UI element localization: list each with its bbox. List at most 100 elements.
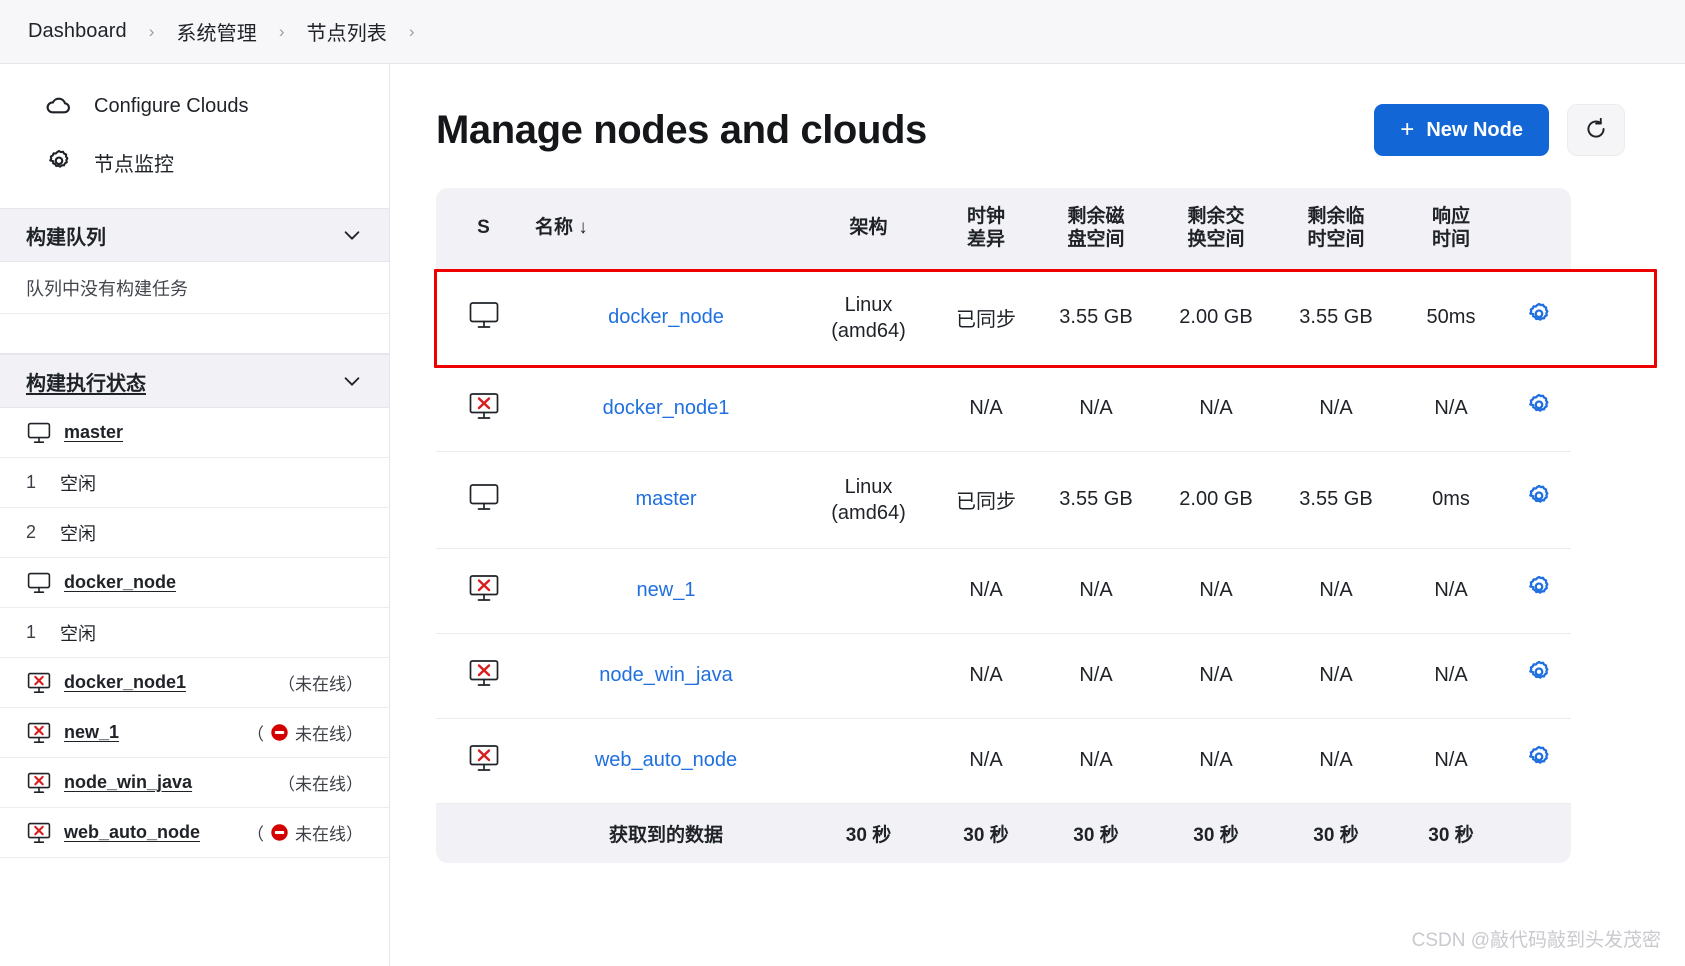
executor-node-row[interactable]: docker_node1 （未在线） (0, 658, 389, 708)
column-header-clock-difference[interactable]: 时钟 差异 (936, 188, 1036, 270)
column-header-name[interactable]: 名称 ↓ (531, 188, 801, 270)
chevron-right-icon: › (148, 22, 155, 41)
sidebar-section-build-queue[interactable]: 构建队列 (0, 208, 389, 262)
executor-node-row[interactable]: new_1 （ 未在线） (0, 708, 389, 758)
sidebar-item-label: Configure Clouds (94, 94, 249, 117)
column-header-architecture[interactable]: 架构 (801, 188, 936, 270)
column-header-free-temp-space[interactable]: 剩余临 时空间 (1276, 188, 1396, 270)
node-settings-button[interactable] (1524, 391, 1554, 421)
cell-response-time: N/A (1396, 718, 1506, 804)
cell-response-time: 50ms (1396, 269, 1506, 367)
header-actions: + New Node (1374, 104, 1625, 156)
executor-status-list: master 1 空闲 2 空闲 docker_node 1 空闲 docker_node1 （未… (0, 408, 389, 858)
sidebar-item-configure-clouds[interactable]: Configure Clouds (0, 78, 389, 134)
executor-node-name[interactable]: new_1 (64, 722, 119, 743)
resp-line2: 时间 (1431, 228, 1470, 250)
footer-value-swap: 30 秒 (1156, 803, 1276, 863)
footer-spacer-end (1506, 803, 1571, 863)
monitor-icon (467, 483, 501, 519)
cell-name: web_auto_node (531, 718, 801, 804)
cell-actions (1506, 366, 1571, 452)
column-header-free-disk-space[interactable]: 剩余磁 盘空间 (1036, 188, 1156, 270)
clock-line2: 差异 (966, 228, 1005, 250)
executor-node-name[interactable]: docker_node (64, 572, 176, 593)
node-link[interactable]: master (635, 488, 696, 510)
cell-name: docker_node1 (531, 366, 801, 452)
swap-line1: 剩余交 (1187, 206, 1245, 227)
section-title: 构建执行状态 (26, 372, 146, 395)
tmp-line2: 时空间 (1307, 228, 1365, 250)
footer-label: 获取到的数据 (531, 803, 801, 863)
breadcrumb-item-node-list[interactable]: 节点列表 (307, 17, 387, 46)
sidebar-item-label: 节点监控 (94, 153, 174, 176)
arch-line2: (amd64) (831, 319, 906, 342)
cell-free-temp-space: 3.55 GB (1276, 451, 1396, 549)
executor-node-name[interactable]: web_auto_node (64, 822, 200, 843)
executor-node-name[interactable]: docker_node1 (64, 672, 186, 693)
gear-icon (1524, 484, 1554, 515)
node-settings-button[interactable] (1524, 743, 1554, 773)
executor-node-row[interactable]: master (0, 408, 389, 458)
cell-free-swap-space: 2.00 GB (1156, 451, 1276, 549)
cell-free-swap-space: N/A (1156, 633, 1276, 719)
cell-name: new_1 (531, 548, 801, 634)
column-header-free-swap-space[interactable]: 剩余交 换空间 (1156, 188, 1276, 270)
sidebar-item-node-monitoring[interactable]: 节点监控 (0, 134, 389, 190)
cell-response-time: N/A (1396, 366, 1506, 452)
node-link[interactable]: node_win_java (599, 664, 732, 686)
node-offline-status: （ 未在线） (247, 724, 363, 744)
node-settings-button[interactable] (1524, 482, 1554, 512)
monitor-offline-icon (26, 670, 52, 696)
column-header-response-time[interactable]: 响应 时间 (1396, 188, 1506, 270)
cell-free-disk-space: 3.55 GB (1036, 451, 1156, 549)
chevron-down-icon[interactable] (341, 370, 363, 392)
cell-actions (1506, 269, 1571, 367)
cell-response-time: 0ms (1396, 451, 1506, 549)
cell-response-time: N/A (1396, 548, 1506, 634)
node-link[interactable]: docker_node (608, 306, 724, 328)
table-row: node_win_java N/A N/A N/A N/A N/A (436, 633, 1571, 719)
cloud-icon (44, 91, 74, 121)
new-node-button[interactable]: + New Node (1374, 104, 1549, 156)
chevron-right-icon: › (408, 22, 415, 41)
cell-free-temp-space: N/A (1276, 366, 1396, 452)
executor-state: 空闲 (60, 623, 96, 644)
sidebar-section-executor-status[interactable]: 构建执行状态 (0, 354, 389, 408)
clock-line1: 时钟 (966, 206, 1005, 227)
node-link[interactable]: web_auto_node (595, 749, 737, 771)
monitor-icon (467, 301, 501, 337)
breadcrumb-item-system-management[interactable]: 系统管理 (176, 17, 256, 46)
executor-node-row[interactable]: node_win_java （未在线） (0, 758, 389, 808)
cell-status (436, 633, 531, 719)
cell-clock-difference: N/A (936, 633, 1036, 719)
breadcrumb-item-dashboard[interactable]: Dashboard (28, 20, 127, 43)
cell-free-disk-space: N/A (1036, 633, 1156, 719)
section-title: 构建队列 (26, 226, 106, 249)
executor-node-row[interactable]: web_auto_node （ 未在线） (0, 808, 389, 858)
executor-node-row[interactable]: docker_node (0, 558, 389, 608)
nodes-table-wrapper: S 名称 ↓ 架构 时钟 差异 剩余磁 盘空间 剩余交 换空间 剩余临 时空间 … (434, 188, 1657, 863)
column-header-status[interactable]: S (436, 188, 531, 270)
executor-number: 1 (26, 622, 37, 642)
cell-free-swap-space: N/A (1156, 718, 1276, 804)
executor-number: 2 (26, 522, 37, 542)
node-settings-button[interactable] (1524, 300, 1554, 330)
chevron-down-icon[interactable] (341, 224, 363, 246)
cell-status (436, 366, 531, 452)
monitor-offline-icon (467, 392, 501, 428)
node-settings-button[interactable] (1524, 573, 1554, 603)
cell-architecture (801, 366, 936, 452)
executor-node-name[interactable]: node_win_java (64, 772, 192, 793)
node-offline-status: （未在线） (278, 675, 363, 694)
cell-clock-difference: N/A (936, 548, 1036, 634)
refresh-button[interactable] (1567, 104, 1625, 156)
main-content: Manage nodes and clouds + New Node S 名称 … (390, 64, 1685, 966)
cell-free-temp-space: 3.55 GB (1276, 269, 1396, 367)
executor-node-name[interactable]: master (64, 422, 123, 443)
node-link[interactable]: new_1 (637, 579, 696, 601)
table-footer-row: 获取到的数据 30 秒 30 秒 30 秒 30 秒 30 秒 30 秒 (436, 803, 1571, 863)
node-settings-button[interactable] (1524, 658, 1554, 688)
node-link[interactable]: docker_node1 (603, 397, 730, 419)
monitor-offline-icon (467, 659, 501, 695)
gear-icon (1524, 660, 1554, 691)
